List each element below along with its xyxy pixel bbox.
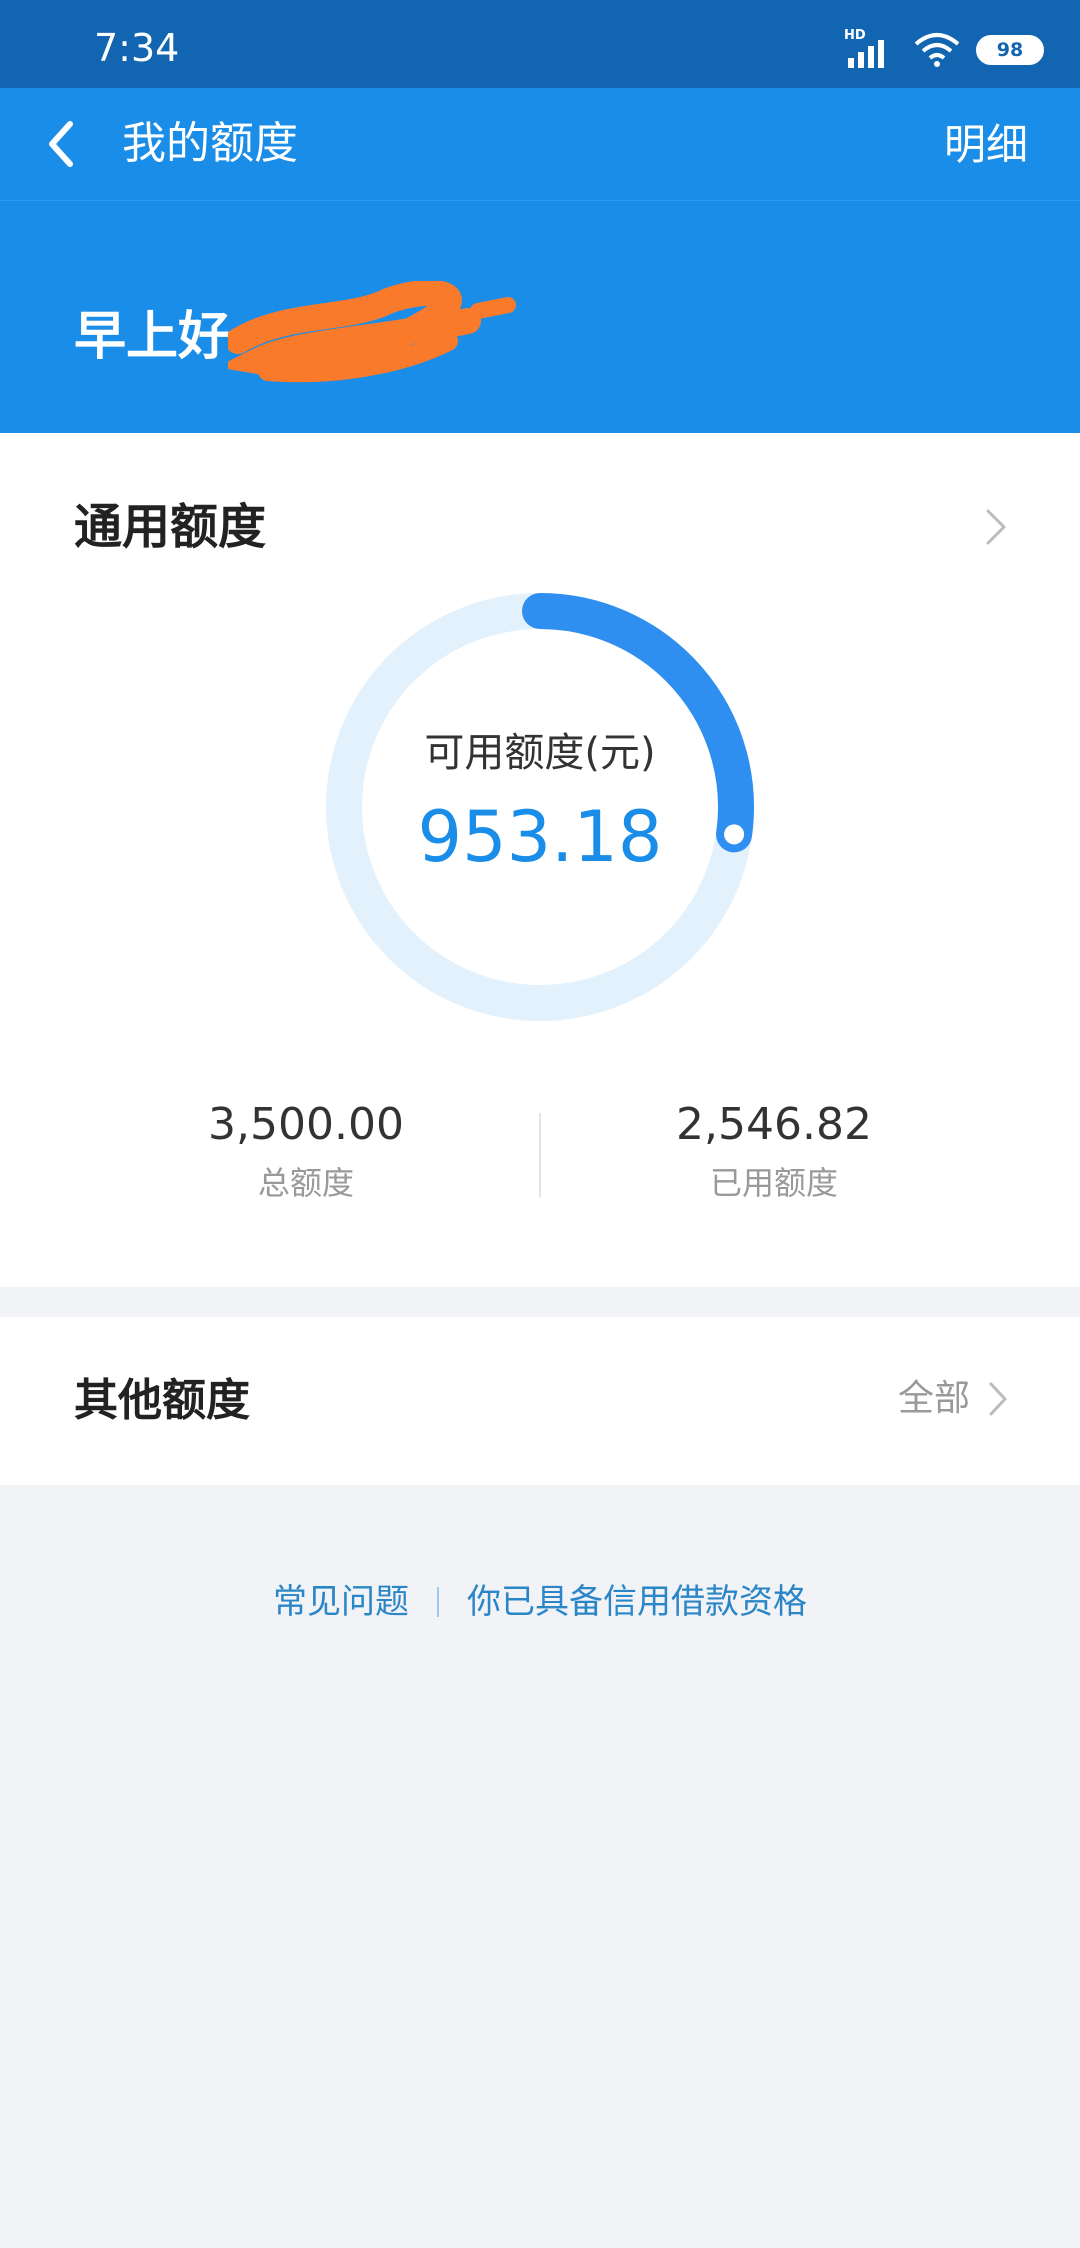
greeting-band: 早上好: [0, 201, 1080, 433]
available-label: 可用额度(元): [424, 730, 656, 776]
status-icons: HD 98: [844, 28, 1044, 70]
footer-links: 常见问题 你已具备信用借款资格: [0, 1578, 1080, 1624]
general-quota-card[interactable]: 通用额度 可用额度(元) 953.18 3,500.00 总额度 2,546.8…: [0, 433, 1080, 1287]
all-quota-label: 全部: [897, 1378, 970, 1419]
total-quota-stat: 3,500.00 总额度: [116, 1099, 496, 1203]
used-quota-value: 2,546.82: [676, 1099, 872, 1150]
status-time: 7:34: [94, 26, 180, 70]
wifi-icon: [914, 33, 960, 67]
total-quota-label: 总额度: [257, 1164, 354, 1202]
page-title: 我的额度: [122, 118, 298, 169]
signal-icon: HD: [844, 28, 898, 68]
redaction-scribble: [228, 281, 516, 383]
battery-icon: 98: [976, 35, 1044, 65]
other-quota-card: 其他额度 全部: [0, 1317, 1080, 1485]
nav-bar: 我的额度 明细: [0, 88, 1080, 201]
eligibility-link[interactable]: 你已具备信用借款资格: [467, 1580, 807, 1624]
all-quota-link[interactable]: 全部: [898, 1377, 1010, 1421]
chevron-right-icon: [989, 1382, 1007, 1416]
detail-button[interactable]: 明细: [944, 120, 1028, 170]
total-quota-value: 3,500.00: [208, 1099, 404, 1150]
chevron-right-icon[interactable]: [982, 505, 1010, 549]
other-quota-title: 其他额度: [74, 1375, 250, 1426]
general-quota-title: 通用额度: [74, 499, 267, 555]
stat-divider: [539, 1113, 541, 1197]
faq-link[interactable]: 常见问题: [273, 1580, 409, 1624]
used-quota-label: 已用额度: [709, 1164, 838, 1202]
status-bar: 7:34 HD 98: [0, 0, 1080, 88]
available-value: 953.18: [417, 796, 663, 878]
greeting-text: 早上好: [74, 307, 231, 367]
used-quota-stat: 2,546.82 已用额度: [584, 1099, 964, 1203]
chevron-left-icon[interactable]: [38, 114, 86, 174]
footer-separator: [437, 1586, 439, 1617]
